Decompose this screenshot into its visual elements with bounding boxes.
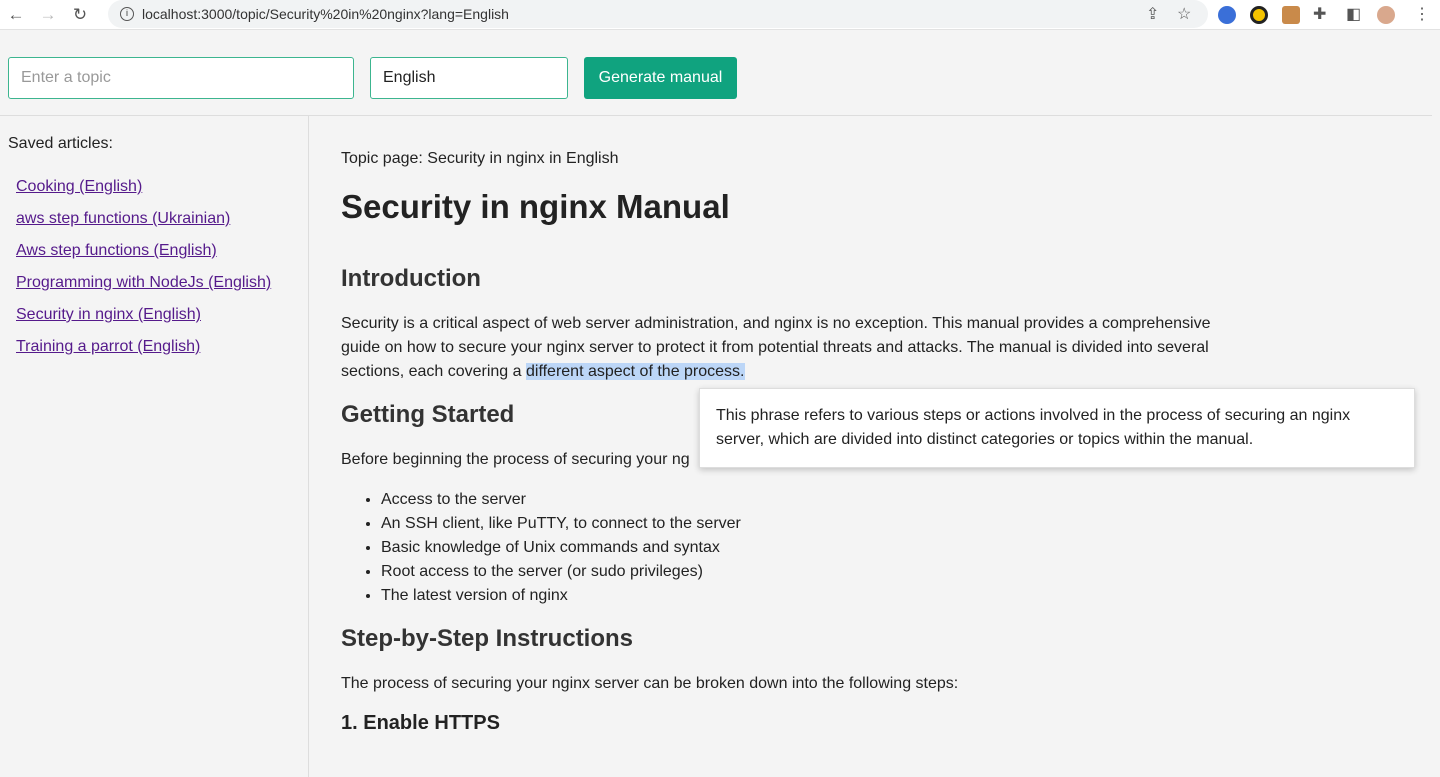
sidepanel-icon[interactable]: ◧ — [1346, 4, 1361, 24]
list-item: Access to the server — [381, 488, 741, 512]
saved-article-link[interactable]: aws step functions (Ukrainian) — [16, 210, 230, 228]
bookmark-star-icon[interactable]: ☆ — [1177, 4, 1191, 24]
step-heading: 1. Enable HTTPS — [341, 712, 500, 734]
saved-article-link[interactable]: Aws step functions (English) — [16, 242, 217, 260]
extension-icon[interactable] — [1218, 6, 1236, 24]
intro-paragraph: Security is a critical aspect of web ser… — [341, 315, 1211, 380]
list-item: Root access to the server (or sudo privi… — [381, 560, 741, 584]
saved-article-link[interactable]: Cooking (English) — [16, 178, 142, 196]
forward-icon[interactable]: → — [32, 5, 64, 25]
extension-icon[interactable] — [1282, 6, 1300, 24]
section-heading: Getting Started — [341, 401, 515, 428]
steps-paragraph: The process of securing your nginx serve… — [341, 675, 959, 692]
address-bar[interactable]: i localhost:3000/topic/Security%20in%20ng… — [108, 0, 1208, 28]
menu-icon[interactable]: ⋮ — [1414, 4, 1430, 24]
back-icon[interactable]: ← — [0, 5, 32, 25]
share-icon[interactable]: ⇪ — [1146, 4, 1159, 24]
avatar[interactable] — [1377, 6, 1395, 24]
highlighted-phrase[interactable]: different aspect of the process. — [526, 363, 745, 380]
section-heading: Step-by-Step Instructions — [341, 625, 634, 652]
info-icon[interactable]: i — [120, 7, 134, 21]
url-text: localhost:3000/topic/Security%20in%20ngi… — [142, 6, 509, 22]
topic-input[interactable]: Enter a topic — [8, 57, 354, 99]
list-item: The latest version of nginx — [381, 584, 741, 608]
puzzle-icon[interactable]: ✚ — [1313, 4, 1326, 24]
saved-article-link[interactable]: Training a parrot (English) — [16, 338, 200, 356]
saved-article-link[interactable]: Security in nginx (English) — [16, 306, 201, 324]
generate-manual-button[interactable]: Generate manual — [584, 57, 737, 99]
reload-icon[interactable]: ↻ — [64, 5, 96, 25]
extension-icon[interactable] — [1250, 6, 1268, 24]
saved-article-link[interactable]: Programming with NodeJs (English) — [16, 274, 271, 292]
list-item: An SSH client, like PuTTY, to connect to… — [381, 512, 741, 536]
topic-line: Topic page: Security in nginx in English — [341, 150, 619, 167]
language-input[interactable]: English — [370, 57, 568, 99]
page-title: Security in nginx Manual — [341, 188, 730, 225]
explanation-tooltip: This phrase refers to various steps or a… — [699, 388, 1415, 468]
requirements-list: Access to the server An SSH client, like… — [381, 488, 741, 608]
section-heading: Introduction — [341, 265, 481, 292]
sidebar: Saved articles: Cooking (English) aws st… — [0, 116, 309, 777]
sidebar-title: Saved articles: — [8, 135, 113, 152]
list-item: Basic knowledge of Unix commands and syn… — [381, 536, 741, 560]
